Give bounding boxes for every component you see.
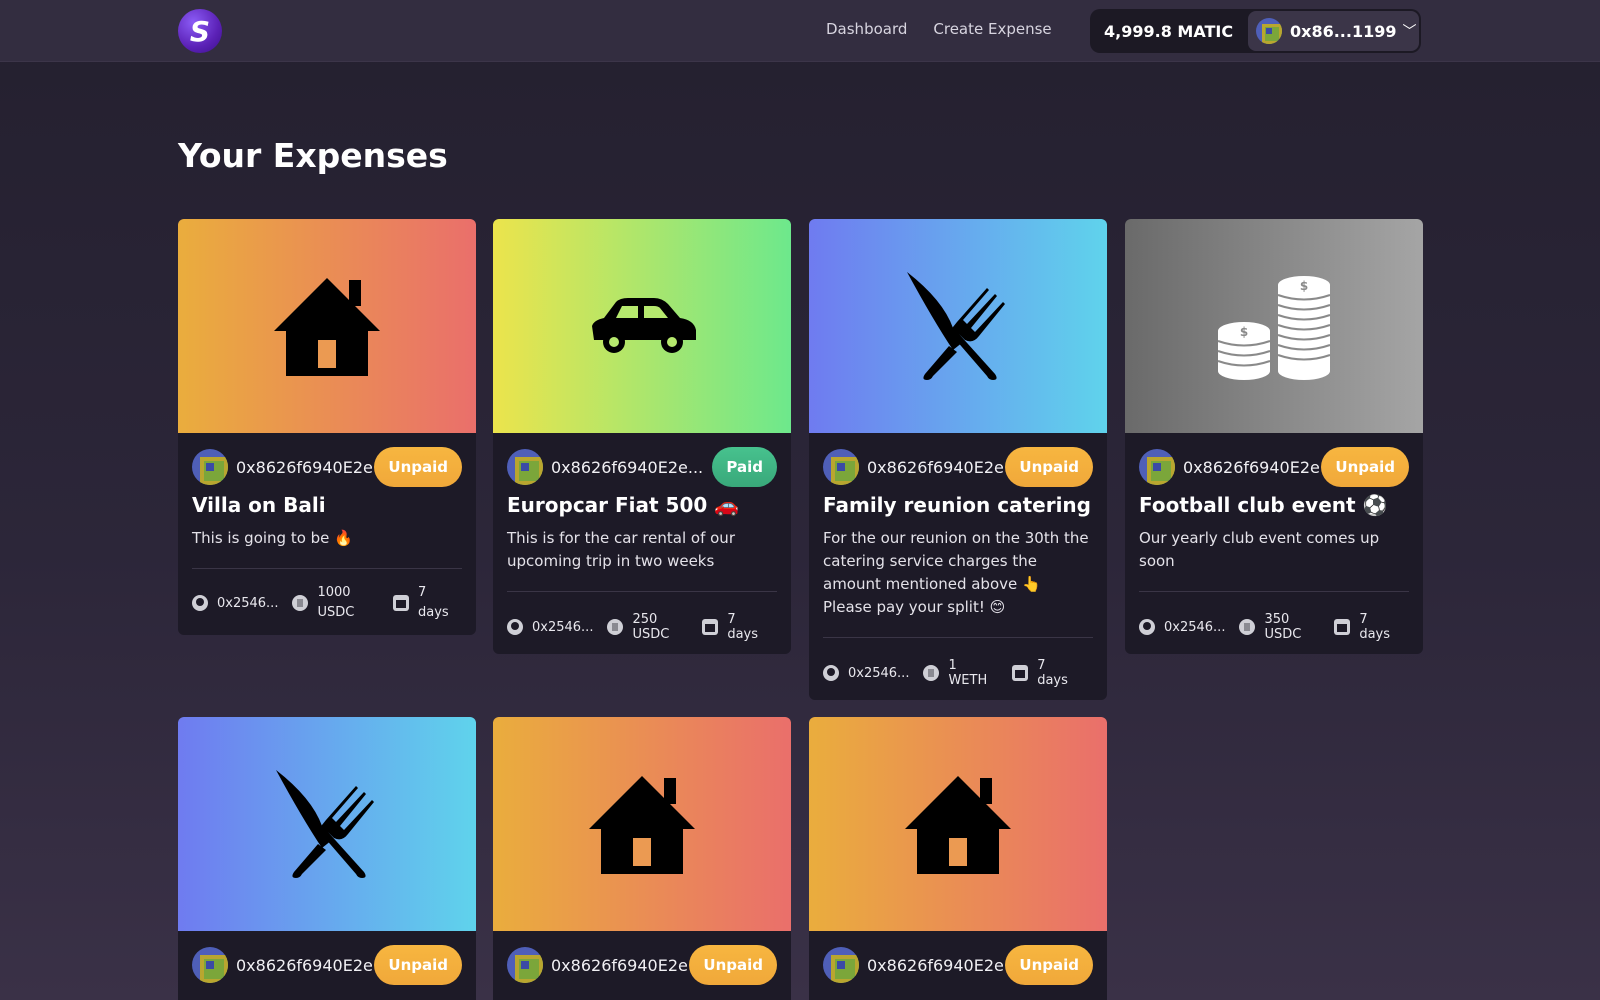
expense-title: Villa on Bali (192, 493, 326, 517)
expense-due: 7 days (727, 612, 759, 642)
status-badge: Unpaid (1005, 447, 1093, 487)
coin-icon (923, 665, 940, 681)
utensils-icon (903, 270, 1013, 382)
person-icon (192, 595, 208, 611)
house-icon (587, 774, 697, 874)
expense-banner (178, 219, 476, 433)
owner-avatar-icon (192, 947, 228, 983)
expense-meta: 0x2546... 350 USDC 7 days (1139, 612, 1409, 642)
account-button[interactable]: 0x86...1199 ﹀ (1248, 11, 1419, 51)
owner-address: 0x8626f6940E2e... (1183, 457, 1322, 477)
expense-amount: 350 USDC (1264, 612, 1302, 642)
payer-address: 0x2546... (848, 665, 910, 681)
payer-address: 0x2546... (217, 595, 279, 611)
status-badge: Paid (712, 447, 777, 487)
coins-icon (1214, 271, 1334, 381)
account-address: 0x86...1199 (1290, 21, 1397, 41)
expense-card[interactable]: 0x8626f6940E2e... Unpaid (493, 717, 791, 1000)
expense-amount: 250 USDC (632, 612, 670, 642)
wallet-widget: 4,999.8 MATIC 0x86...1199 ﹀ (1090, 9, 1421, 53)
coin-icon (607, 619, 624, 635)
expense-banner (493, 219, 791, 433)
expense-due: 7 days (1037, 658, 1068, 688)
coin-icon (292, 595, 309, 611)
owner-address: 0x8626f6940E2e... (551, 955, 690, 975)
owner-address: 0x8626f6940E2e... (236, 457, 375, 477)
expense-banner (1125, 219, 1423, 433)
expense-card[interactable]: 0x8626f6940E2e... Unpaid Villa on Bali T… (178, 219, 476, 635)
expense-description: Our yearly club event comes up soon (1139, 529, 1380, 570)
expense-description: For the our reunion on the 30th the cate… (823, 529, 1089, 616)
account-avatar-icon (1256, 18, 1282, 44)
payer-address: 0x2546... (532, 619, 594, 635)
owner-address: 0x8626f6940E2e... (236, 955, 375, 975)
expense-banner (809, 717, 1107, 931)
house-icon (272, 276, 382, 376)
owner-address: 0x8626f6940E2e... (551, 457, 704, 477)
owner-avatar-icon (823, 449, 859, 485)
chevron-down-icon: ﹀ (1402, 24, 1417, 40)
status-badge: Unpaid (689, 945, 777, 985)
expense-title: Football club event ⚽ (1139, 493, 1388, 517)
calendar-icon (1334, 619, 1351, 635)
expense-meta: 0x2546... 1 WETH 7 days (823, 658, 1093, 688)
status-badge: Unpaid (1321, 447, 1409, 487)
owner-avatar-icon (192, 449, 228, 485)
expense-banner (178, 717, 476, 931)
nav-dashboard[interactable]: Dashboard (826, 20, 907, 38)
calendar-icon (393, 595, 409, 611)
coin-icon (1239, 619, 1256, 635)
app-logo[interactable]: S (178, 9, 222, 53)
main-nav: Dashboard Create Expense (826, 20, 1052, 38)
payer-address: 0x2546... (1164, 619, 1226, 635)
expense-due: 7 days (1359, 612, 1391, 642)
expense-meta: 0x2546... 250 USDC 7 days (507, 612, 777, 642)
expense-banner (493, 717, 791, 931)
owner-avatar-icon (1139, 449, 1175, 485)
car-icon (586, 296, 698, 356)
person-icon (507, 619, 523, 635)
wallet-balance: 4,999.8 MATIC (1104, 21, 1234, 41)
expense-description: This is going to be 🔥 (192, 529, 353, 547)
expense-due: 7 days (418, 585, 449, 620)
nav-create-expense[interactable]: Create Expense (933, 20, 1051, 38)
expense-card[interactable]: 0x8626f6940E2e... Unpaid Football club e… (1125, 219, 1423, 654)
expense-card[interactable]: 0x8626f6940E2e... Unpaid (178, 717, 476, 1000)
utensils-icon (272, 768, 382, 880)
expense-meta: 0x2546... 1000 USDC 7 days (192, 583, 462, 623)
page-title: Your Expenses (178, 136, 448, 175)
owner-address: 0x8626f6940E2e... (867, 457, 1006, 477)
status-badge: Unpaid (1005, 945, 1093, 985)
expense-card[interactable]: 0x8626f6940E2e... Unpaid Family reunion … (809, 219, 1107, 700)
top-navbar: S Dashboard Create Expense 4,999.8 MATIC… (0, 0, 1600, 62)
person-icon (1139, 619, 1155, 635)
house-icon (903, 774, 1013, 874)
status-badge: Unpaid (374, 447, 462, 487)
card-divider (192, 568, 462, 569)
status-badge: Unpaid (374, 945, 462, 985)
expense-amount: 1000 USDC (317, 585, 355, 620)
calendar-icon (1012, 665, 1029, 681)
person-icon (823, 665, 839, 681)
expense-card[interactable]: 0x8626f6940E2e... Unpaid (809, 717, 1107, 1000)
card-divider (823, 637, 1093, 638)
expense-banner (809, 219, 1107, 433)
expense-amount: 1 WETH (948, 658, 988, 688)
expense-title: Family reunion catering (823, 493, 1091, 517)
owner-avatar-icon (823, 947, 859, 983)
card-divider (1139, 591, 1409, 592)
owner-avatar-icon (507, 449, 543, 485)
expense-title: Europcar Fiat 500 🚗 (507, 493, 740, 517)
calendar-icon (702, 619, 719, 635)
card-divider (507, 591, 777, 592)
expense-card[interactable]: 0x8626f6940E2e... Paid Europcar Fiat 500… (493, 219, 791, 654)
owner-address: 0x8626f6940E2e... (867, 955, 1006, 975)
expense-description: This is for the car rental of our upcomi… (507, 529, 735, 570)
owner-avatar-icon (507, 947, 543, 983)
